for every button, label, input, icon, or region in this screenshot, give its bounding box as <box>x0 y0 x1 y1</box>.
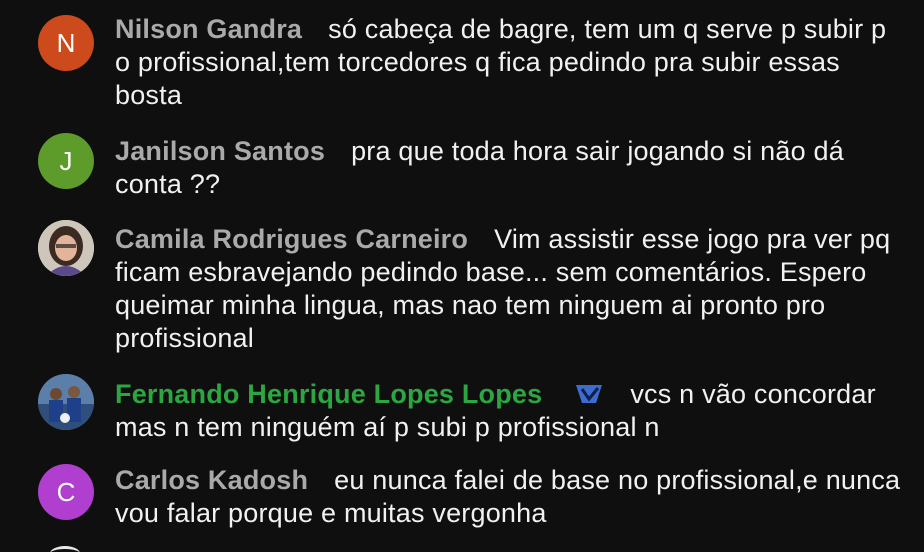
comment-author[interactable]: Janilson Santos <box>115 136 325 166</box>
avatar[interactable] <box>38 374 94 430</box>
comment-item: Camila Rodrigues Carneiro Vim assistir es… <box>0 215 924 365</box>
avatar[interactable]: C <box>38 464 94 520</box>
avatar-letter: C <box>56 476 76 507</box>
avatar-letter: N <box>56 27 76 58</box>
avatar-photo <box>38 374 94 430</box>
avatar-photo <box>38 220 94 276</box>
comment-item: J Janilson Santos pra que toda hora sair … <box>0 120 924 215</box>
comment-item: Fernando Henrique Lopes Lopes vcs n vão c… <box>0 365 924 460</box>
avatar-letter: J <box>59 145 73 176</box>
comment-item: N Nilson Gandra só cabeça de bagre, tem u… <box>0 0 924 120</box>
avatar[interactable]: N <box>38 15 94 71</box>
comment-author[interactable]: Fernando Henrique Lopes Lopes <box>115 379 542 409</box>
next-avatar-partial <box>50 546 80 552</box>
comment-author[interactable]: Nilson Gandra <box>115 14 302 44</box>
comment-item: C Carlos Kadosh eu nunca falei de base no… <box>0 460 924 546</box>
comment-author[interactable]: Carlos Kadosh <box>115 465 308 495</box>
member-badge-icon <box>574 381 604 405</box>
avatar[interactable]: J <box>38 133 94 189</box>
avatar[interactable] <box>38 220 94 276</box>
comment-author[interactable]: Camila Rodrigues Carneiro <box>115 224 468 254</box>
